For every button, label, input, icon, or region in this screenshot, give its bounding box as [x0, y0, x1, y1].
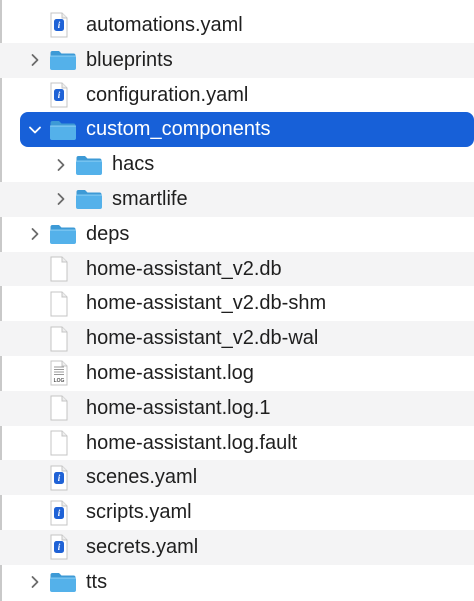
log-file-icon: LOG	[49, 356, 69, 391]
file-name-label: scenes.yaml	[86, 466, 198, 489]
file-list-row[interactable]: custom_components	[20, 112, 474, 148]
file-list-row[interactable]: LOG home-assistant.log	[0, 356, 474, 391]
folder-icon	[49, 43, 77, 78]
file-name-label: custom_components	[86, 118, 271, 141]
chevron-right-icon[interactable]	[53, 182, 69, 217]
file-name-label: automations.yaml	[86, 14, 243, 36]
file-list-row[interactable]: home-assistant_v2.db-shm	[0, 286, 474, 321]
yaml-file-icon: i	[49, 530, 69, 565]
file-name-label: configuration.yaml	[86, 83, 249, 106]
folder-icon	[49, 565, 77, 600]
file-list-row[interactable]: home-assistant.log.fault	[0, 426, 474, 461]
file-list-row[interactable]: home-assistant_v2.db	[0, 251, 474, 287]
file-name-label: home-assistant.log.1	[86, 396, 271, 419]
blank-file-icon	[49, 321, 69, 356]
folder-icon	[75, 182, 103, 217]
file-name-label: tts	[86, 570, 108, 593]
folder-icon	[75, 147, 103, 182]
blank-file-icon	[49, 426, 69, 461]
file-name-label: smartlife	[112, 187, 188, 210]
yaml-file-icon: i	[49, 495, 69, 530]
chevron-right-icon[interactable]	[27, 565, 43, 600]
file-list-row[interactable]: home-assistant_v2.db-wal	[0, 321, 474, 356]
file-list-row[interactable]: blueprints	[0, 42, 474, 78]
folder-icon	[49, 112, 77, 147]
file-list-row[interactable]: tts	[0, 565, 474, 600]
file-name-label: secrets.yaml	[86, 535, 199, 558]
finder-file-list-window: i automations.yaml blueprints i configuratio…	[0, 0, 474, 601]
blank-file-icon	[49, 391, 69, 426]
yaml-file-icon: i	[49, 8, 69, 43]
chevron-right-icon[interactable]	[53, 147, 69, 182]
chevron-right-icon[interactable]	[27, 217, 43, 252]
file-list-row[interactable]: i automations.yaml	[0, 8, 474, 43]
file-list-row[interactable]: home-assistant.log.1	[0, 390, 474, 426]
yaml-file-icon: i	[49, 460, 69, 495]
file-name-label: scripts.yaml	[86, 501, 192, 524]
chevron-right-icon[interactable]	[27, 43, 43, 78]
folder-icon	[49, 217, 77, 252]
svg-text:LOG: LOG	[54, 378, 65, 384]
file-list-row[interactable]: hacs	[0, 147, 474, 182]
chevron-down-icon[interactable]	[27, 112, 43, 147]
file-name-label: hacs	[112, 153, 155, 176]
file-list-row[interactable]: i scripts.yaml	[0, 495, 474, 530]
file-list-row[interactable]: deps	[0, 217, 474, 252]
file-list-row[interactable]: i secrets.yaml	[0, 529, 474, 565]
file-name-label: blueprints	[86, 48, 173, 71]
file-list-row[interactable]: i configuration.yaml	[0, 78, 474, 113]
file-list-row[interactable]: smartlife	[0, 181, 474, 217]
file-name-label: home-assistant.log.fault	[86, 431, 298, 454]
blank-file-icon	[49, 286, 69, 321]
blank-file-icon	[49, 252, 69, 287]
file-name-label: home-assistant_v2.db	[86, 257, 282, 280]
file-name-label: home-assistant.log	[86, 361, 254, 384]
file-name-label: home-assistant_v2.db-shm	[86, 292, 327, 315]
file-name-label: home-assistant_v2.db-wal	[86, 327, 319, 350]
yaml-file-icon: i	[49, 78, 69, 113]
file-list-row[interactable]: i scenes.yaml	[0, 460, 474, 496]
file-name-label: deps	[86, 222, 130, 245]
file-list: i automations.yaml blueprints i configuratio…	[0, 8, 474, 600]
